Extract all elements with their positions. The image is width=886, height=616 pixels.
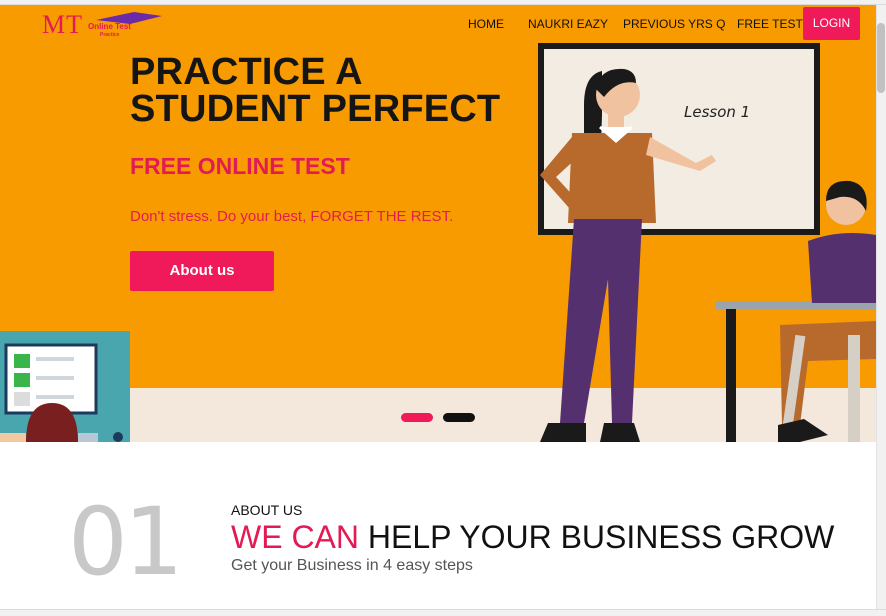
hero-subheadline: FREE ONLINE TEST xyxy=(130,153,350,179)
about-us-button[interactable]: About us xyxy=(130,251,274,291)
nav-home[interactable]: HOME xyxy=(468,8,504,40)
scrollbar-thumb[interactable] xyxy=(877,23,885,93)
monitor-illustration xyxy=(0,331,130,442)
login-button[interactable]: LOGIN xyxy=(803,7,860,40)
section-title: WE CAN HELP YOUR BUSINESS GROW xyxy=(231,519,834,556)
logo-subtext: Practice xyxy=(100,32,120,38)
site-logo[interactable]: MT Online Test Practice xyxy=(42,8,162,42)
hero-tagline: Don't stress. Do your best, FORGET THE R… xyxy=(130,208,454,225)
hero-headline-line2: STUDENT PERFECT xyxy=(130,88,501,130)
nav-free-test[interactable]: FREE TEST xyxy=(737,8,803,40)
nav-previous-yrs-q[interactable]: PREVIOUS YRS Q xyxy=(623,8,725,40)
nav-naukri-eazy[interactable]: NAUKRI EAZY xyxy=(528,8,608,40)
section-number: 01 xyxy=(68,488,184,597)
vertical-scrollbar[interactable] xyxy=(876,5,886,609)
section-kicker: ABOUT US xyxy=(231,502,303,518)
logo-mark: MT xyxy=(42,10,83,39)
section-subtitle: Get your Business in 4 easy steps xyxy=(231,557,473,574)
board-text: Lesson 1 xyxy=(684,103,750,121)
carousel-dot-2[interactable] xyxy=(443,413,475,422)
carousel-dot-1[interactable] xyxy=(401,413,433,422)
logo-text: Online Test xyxy=(88,22,131,31)
section-title-highlight: WE CAN xyxy=(231,519,359,555)
section-title-rest: HELP YOUR BUSINESS GROW xyxy=(367,519,835,555)
hero-headline-line1: PRACTICE A xyxy=(130,51,363,93)
hero-headline: PRACTICE A STUDENT PERFECT xyxy=(130,51,501,130)
browser-bottom-edge xyxy=(0,609,886,616)
